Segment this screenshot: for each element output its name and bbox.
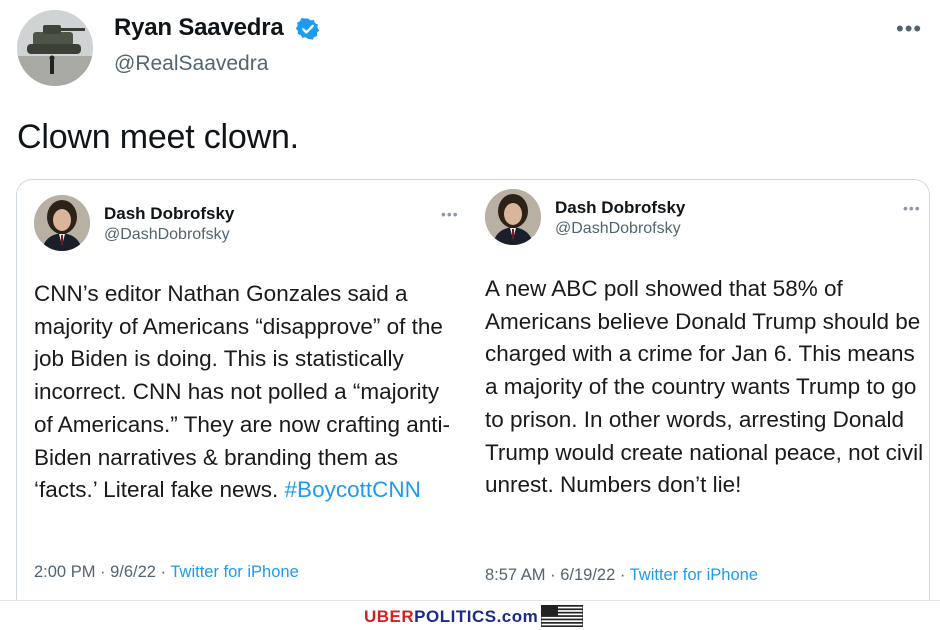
- quoted-author-avatar: [34, 195, 90, 251]
- person-photo-icon: [34, 195, 90, 251]
- quoted-tweet-meta: 2:00 PM · 9/6/22 · Twitter for iPhone: [34, 563, 299, 581]
- quoted-tweet-body: CNN’s editor Nathan Gonzales said a majo…: [34, 281, 451, 503]
- quoted-author-handle: @DashDobrofsky: [104, 226, 230, 243]
- quoted-image-card[interactable]: Dash Dobrofsky @DashDobrofsky ••• CNN’s …: [16, 179, 930, 610]
- source-link: Twitter for iPhone: [170, 563, 299, 581]
- quoted-tweet-right: Dash Dobrofsky @DashDobrofsky ••• A new …: [467, 180, 929, 600]
- quoted-more-icon: •••: [903, 200, 921, 216]
- watermark-text: UBERPOLITICS.com: [364, 607, 539, 626]
- quoted-author-avatar: [485, 189, 541, 245]
- author-handle[interactable]: @RealSaavedra: [114, 52, 268, 76]
- quoted-author-name: Dash Dobrofsky: [555, 198, 686, 217]
- source-link: Twitter for iPhone: [629, 566, 759, 584]
- quoted-author-name: Dash Dobrofsky: [104, 204, 235, 223]
- author-avatar[interactable]: [17, 10, 93, 86]
- us-flag-icon: [541, 605, 583, 627]
- tweet-text: Clown meet clown.: [17, 118, 299, 156]
- quoted-more-icon: •••: [441, 206, 459, 222]
- quoted-tweet-left: Dash Dobrofsky @DashDobrofsky ••• CNN’s …: [17, 180, 467, 600]
- author-name[interactable]: Ryan Saavedra: [114, 14, 320, 42]
- tank-photo-icon: [17, 10, 93, 86]
- hashtag-link: #BoycottCNN: [284, 477, 421, 503]
- quoted-tweet-meta: 8:57 AM · 6/19/22 · Twitter for iPhone: [485, 566, 759, 584]
- person-photo-icon: [485, 189, 541, 245]
- quoted-tweet-body: A new ABC poll showed that 58% of Americ…: [485, 276, 924, 498]
- more-options-icon[interactable]: •••: [896, 16, 922, 42]
- watermark-bar: UBERPOLITICS.com: [0, 600, 940, 630]
- quoted-author-handle: @DashDobrofsky: [555, 220, 681, 237]
- verified-badge-icon: [295, 17, 320, 40]
